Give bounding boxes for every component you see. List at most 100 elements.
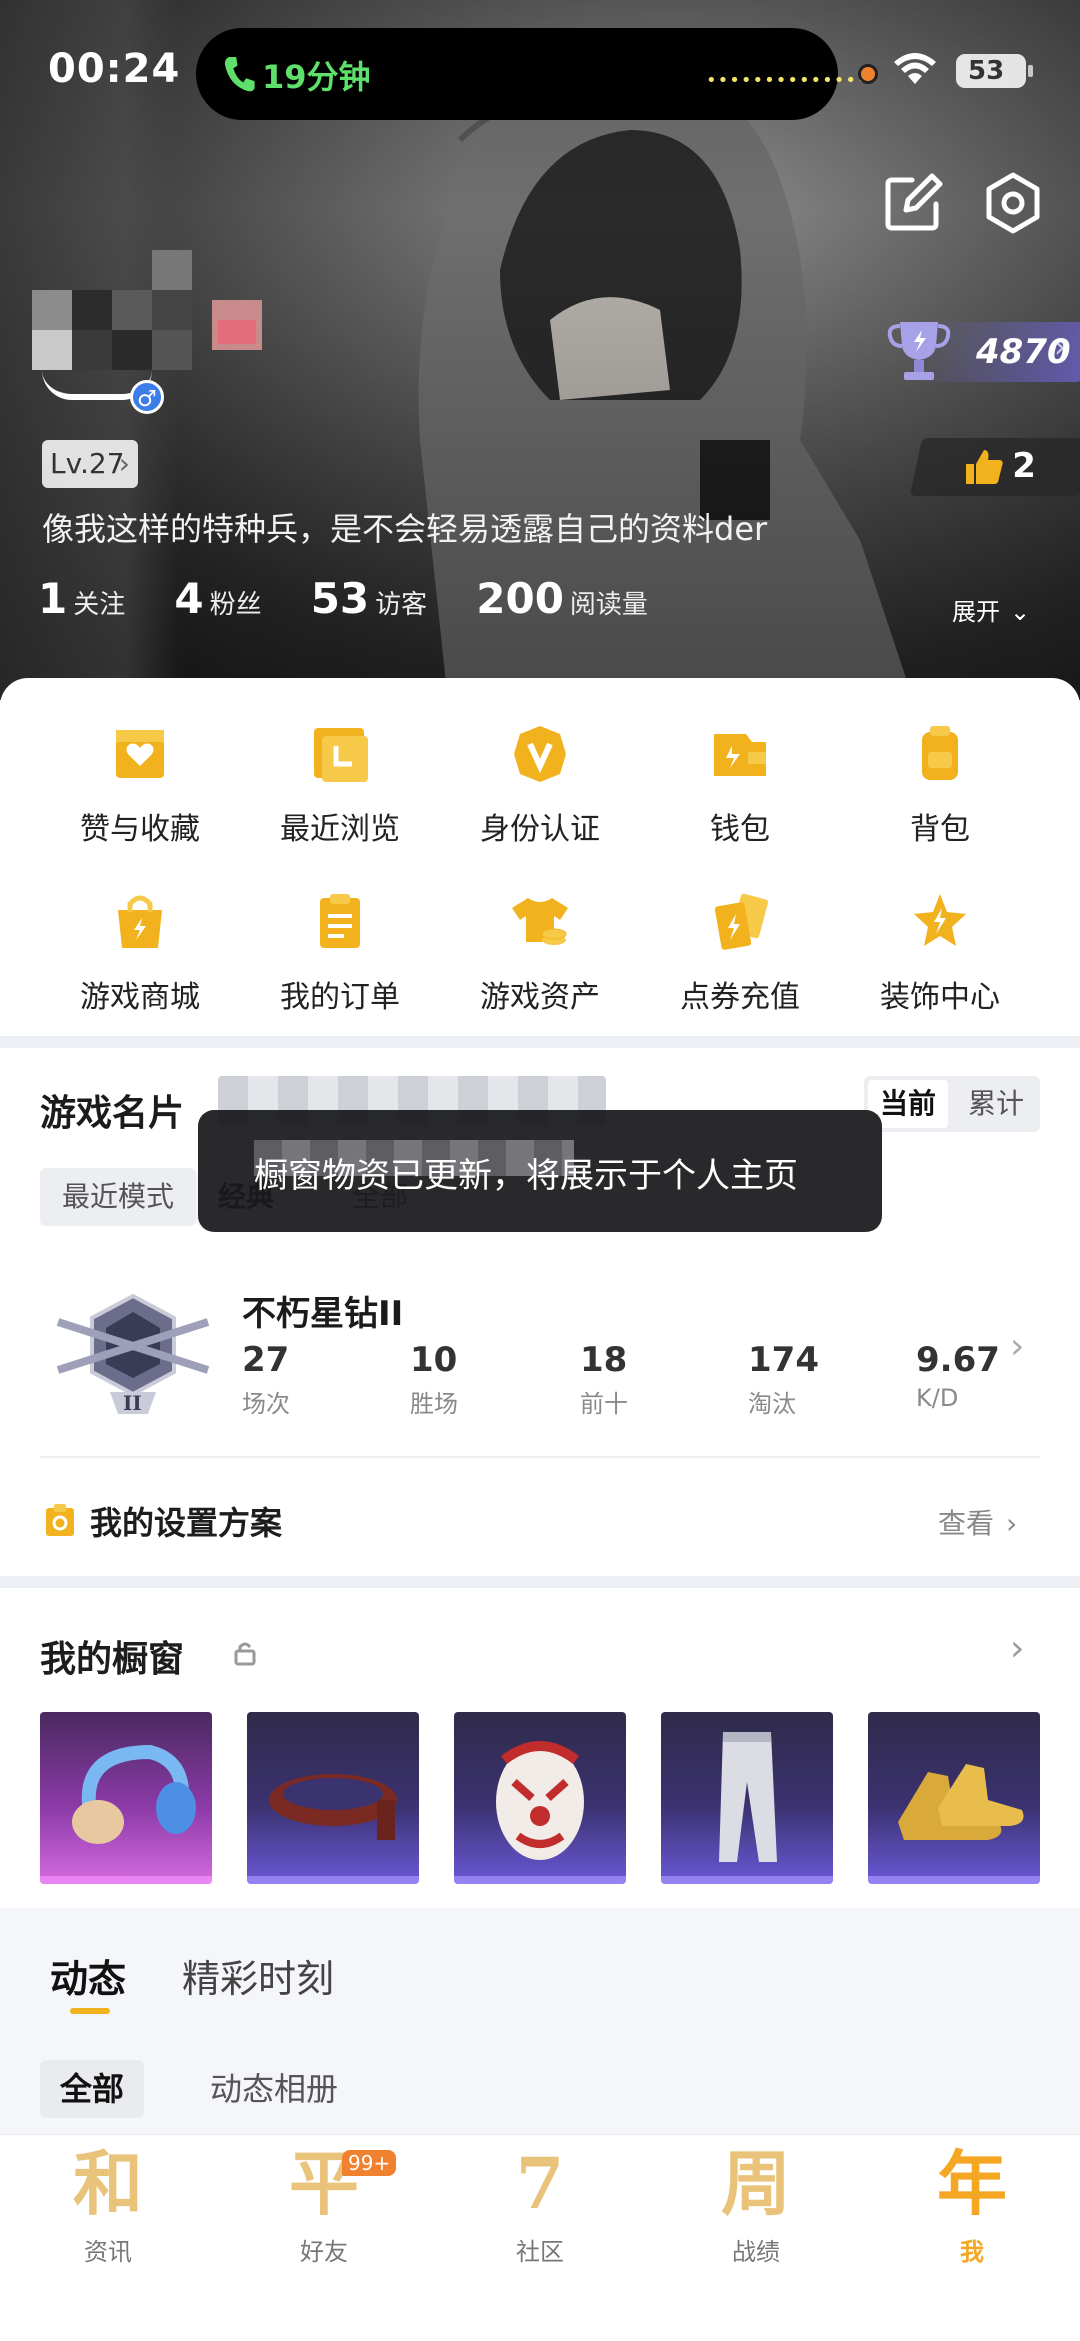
stat-wins: 10 胜场 (410, 1340, 458, 1418)
rank-emblem-icon: II (56, 1293, 210, 1415)
shortcut-backpack[interactable]: 背包 (850, 722, 1030, 848)
nav-label: 我 (960, 2238, 984, 2266)
settings-plan-title: 我的设置方案 (90, 1504, 283, 1542)
shortcut-verification[interactable]: 身份认证 (450, 722, 630, 848)
section-divider (0, 1576, 1080, 1588)
stat-visitors[interactable]: 53 访客 (311, 574, 427, 623)
heart-bookmark-icon (116, 730, 164, 778)
nav-news-icon: 和 (73, 2142, 143, 2225)
toast-text: 橱窗物资已更新，将展示于个人主页 (254, 1156, 798, 1196)
filter-album[interactable]: 动态相册 (210, 2060, 338, 2118)
showcase-item[interactable] (247, 1712, 419, 1884)
feed-area (0, 1924, 1080, 2134)
nav-news[interactable]: 和 资讯 (38, 2144, 178, 2267)
battery-icon: 53 (956, 54, 1033, 88)
male-gender-icon: ♂ (130, 380, 164, 414)
phone-icon (224, 57, 255, 92)
level-badge[interactable]: Lv.27 › (42, 440, 138, 488)
expand-label: 展开 (952, 598, 1000, 626)
stat-following[interactable]: 1 关注 (38, 574, 125, 623)
stat-matches: 27 场次 (242, 1340, 290, 1418)
shortcut-likes-favorites[interactable]: 赞与收藏 (50, 722, 230, 848)
shortcut-label: 我的订单 (280, 980, 400, 1015)
nav-community[interactable]: 7 社区 (470, 2144, 610, 2267)
chevron-right-icon: › (1006, 1507, 1018, 1540)
nav-label: 社区 (516, 2238, 564, 2266)
shortcut-game-store[interactable]: 游戏商城 (50, 890, 230, 1016)
like-count-chip[interactable]: 2 (909, 438, 1080, 496)
lock-icon (234, 1642, 256, 1666)
golden-shoes-item-icon (898, 1764, 1024, 1840)
nav-label: 资讯 (84, 2238, 132, 2266)
call-indicator[interactable]: 19分钟 •••••••••••••• (196, 28, 868, 120)
section-divider (0, 1036, 1080, 1048)
stat-eliminations: 174 淘汰 (748, 1340, 819, 1418)
showcase-item[interactable] (40, 1712, 212, 1884)
chevron-right-icon[interactable]: › (1010, 1326, 1024, 1367)
nav-community-icon: 7 (515, 2142, 565, 2225)
shortcut-label: 游戏商城 (80, 980, 200, 1015)
shortcut-recent-browse[interactable]: 最近浏览 (250, 722, 430, 848)
mode-select-recent[interactable]: 最近模式 (40, 1168, 197, 1226)
settings-plan-icon (46, 1504, 74, 1536)
wifi-icon (894, 53, 936, 84)
shortcut-label: 装饰中心 (880, 980, 1000, 1015)
divider-line (40, 1456, 1040, 1458)
edit-profile-icon[interactable] (882, 172, 944, 234)
stats-range-toggle[interactable]: 当前 累计 (864, 1076, 1040, 1132)
voucher-cards-icon (714, 893, 769, 950)
recording-dot-icon (858, 64, 878, 84)
star-decor-icon (914, 894, 966, 946)
level-text: Lv.27 (50, 447, 125, 480)
active-tab-indicator (70, 2008, 110, 2014)
showcase-item[interactable] (661, 1712, 833, 1884)
tab-highlights[interactable]: 精彩时刻 (182, 1948, 334, 2003)
shortcut-label: 点券充值 (680, 980, 800, 1015)
shirt-coins-icon (512, 898, 568, 945)
shortcut-voucher-topup[interactable]: 点券充值 (650, 890, 830, 1016)
shortcut-my-orders[interactable]: 我的订单 (250, 890, 430, 1016)
chevron-right-icon[interactable]: › (1010, 1628, 1024, 1669)
verify-badge-icon (514, 726, 566, 782)
audio-wave-icon: •••••••••••••• (706, 70, 869, 91)
game-card-title: 游戏名片 (40, 1093, 185, 1134)
nav-friends[interactable]: 平 99+ 好友 (254, 2144, 397, 2267)
showcase-item[interactable] (454, 1712, 626, 1884)
svg-text:II: II (123, 1391, 142, 1415)
showcase-item[interactable] (868, 1712, 1040, 1884)
expand-button[interactable]: 展开 ⌄ (952, 592, 1030, 627)
tab-posts[interactable]: 动态 (50, 1948, 126, 2003)
trophy-icon (887, 322, 951, 380)
pants-item-icon (719, 1732, 777, 1862)
showcase-title: 我的橱窗 (40, 1639, 185, 1680)
stat-top10: 18 前十 (580, 1340, 628, 1418)
shortcut-label: 赞与收藏 (80, 812, 200, 847)
view-label: 查看 (938, 1507, 995, 1540)
nav-records[interactable]: 周 战绩 (686, 2144, 826, 2267)
toggle-total[interactable]: 累计 (956, 1080, 1036, 1128)
shortcut-label: 最近浏览 (280, 812, 400, 847)
settings-gear-icon[interactable] (980, 170, 1046, 236)
shortcut-wallet[interactable]: 钱包 (650, 722, 830, 848)
wallet-icon (714, 734, 766, 776)
profile-bio: 像我这样的特种兵，是不会轻易透露自己的资料der (42, 510, 768, 548)
stat-followers[interactable]: 4 粉丝 (174, 574, 261, 623)
stat-reads[interactable]: 200 阅读量 (476, 574, 648, 623)
chevron-down-icon: ⌄ (1010, 598, 1031, 626)
rank-name: 不朽星钻II (242, 1294, 404, 1334)
nav-label: 战绩 (732, 2238, 780, 2266)
filter-all[interactable]: 全部 (40, 2060, 145, 2118)
trophy-score[interactable]: 4870 › (880, 316, 1080, 386)
view-settings-button[interactable]: 查看 › (938, 1502, 1017, 1542)
nav-me[interactable]: 年 我 (902, 2144, 1042, 2267)
shortcut-decor-center[interactable]: 装饰中心 (850, 890, 1030, 1016)
shortcut-game-assets[interactable]: 游戏资产 (450, 890, 630, 1016)
headphones-item-icon (72, 1744, 196, 1844)
backpack-icon (922, 726, 958, 780)
shortcut-label: 背包 (910, 812, 970, 847)
thumbs-up-icon (966, 450, 1003, 484)
nav-records-icon: 周 (721, 2142, 791, 2225)
clown-mask-item-icon (496, 1741, 584, 1860)
nav-label: 好友 (300, 2238, 348, 2266)
chevron-right-icon: › (1054, 330, 1066, 365)
